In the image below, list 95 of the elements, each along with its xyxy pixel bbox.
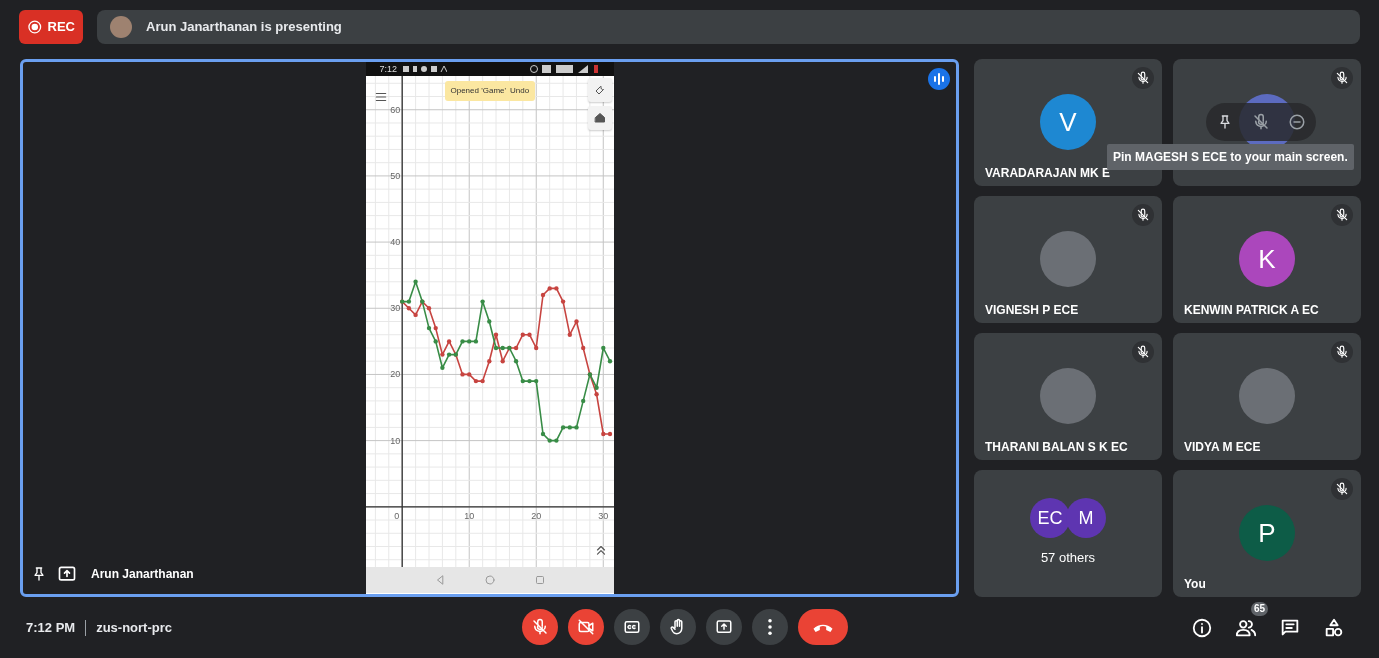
raise-hand-button[interactable] (660, 609, 696, 645)
present-icon (57, 564, 77, 584)
people-count-badge: 65 (1250, 601, 1268, 616)
photo-placeholder (1040, 368, 1096, 424)
minus-circle-icon (1288, 113, 1306, 131)
data-point (533, 345, 538, 351)
presenting-text: Arun Janarthanan is presenting (146, 18, 342, 37)
status-icons-drawing (529, 65, 600, 73)
axis-label: 20 (530, 510, 541, 521)
settings-button[interactable] (587, 78, 612, 102)
axis-label: 40 (389, 237, 400, 248)
camera-off-icon (577, 618, 595, 636)
data-point (439, 365, 445, 370)
data-point (540, 292, 545, 298)
avatar: V (1040, 94, 1096, 150)
pin-icon (31, 566, 47, 582)
data-point (486, 359, 491, 364)
data-point (446, 339, 451, 344)
camera-button[interactable] (568, 609, 604, 645)
axis-label: 20 (389, 369, 400, 380)
mic-off-icon (531, 618, 549, 636)
data-point (560, 425, 565, 430)
axis-label: 10 (463, 510, 474, 521)
photo-placeholder (1239, 368, 1295, 424)
home-circle-icon (483, 574, 496, 586)
data-point (426, 325, 431, 331)
meeting-code: zus-nort-prc (96, 618, 172, 637)
data-point (513, 359, 518, 364)
data-point (560, 299, 565, 304)
mic-off-icon (1252, 113, 1270, 131)
status-time: 7:12 (379, 64, 398, 74)
data-point (593, 385, 599, 390)
axis-label: 60 (389, 104, 400, 115)
participant-name: You (1184, 576, 1206, 593)
clock-time: 7:12 PM (26, 618, 76, 637)
avatar: M (1066, 498, 1106, 538)
captions-icon (623, 618, 641, 636)
avatar: K (1239, 231, 1295, 287)
data-point (600, 345, 605, 351)
data-point (493, 332, 498, 337)
data-point (473, 339, 478, 344)
phone-hangup-icon (812, 622, 834, 632)
home-button[interactable] (587, 106, 612, 130)
participant-name: VIDYA M ECE (1184, 439, 1261, 456)
data-point (433, 325, 438, 331)
data-point (412, 279, 418, 284)
data-point (406, 299, 411, 304)
participant-name: 57 others (1040, 549, 1096, 567)
participant-name: VIGNESH P ECE (985, 302, 1079, 319)
present-button[interactable] (706, 609, 742, 645)
data-point (479, 299, 485, 304)
data-point (567, 332, 572, 337)
photo-placeholder (1040, 231, 1096, 287)
toast-text: Opened 'Game' (450, 86, 507, 95)
data-point (433, 339, 438, 344)
participant-name: KENWIN PATRICK A EC (1184, 302, 1319, 319)
present-icon (715, 618, 733, 636)
axis-label: 50 (389, 170, 400, 181)
avatar-placeholder (110, 16, 132, 38)
avatar: P (1239, 505, 1295, 561)
axis-label: 0 (393, 510, 399, 521)
record-icon (27, 19, 43, 35)
data-point (573, 319, 579, 324)
data-point (607, 431, 612, 437)
data-point (486, 319, 491, 324)
avatar: EC (1030, 498, 1070, 538)
data-point (593, 392, 599, 397)
shapes-icon (1323, 616, 1345, 639)
axis-label: 30 (597, 510, 608, 521)
more-icon (768, 619, 772, 635)
participant-name: THARANI BALAN S K EC (985, 439, 1128, 456)
info-icon (1191, 616, 1213, 639)
end-call-button[interactable] (798, 609, 848, 645)
data-point (500, 359, 505, 364)
axis-label: 30 (389, 303, 400, 314)
record-button[interactable]: REC (19, 10, 83, 44)
presenter-name: Arun Janarthanan (91, 566, 194, 583)
data-point (600, 431, 605, 437)
axis-label: 10 (389, 435, 400, 446)
data-point (580, 345, 585, 351)
tooltip: Pin MAGESH S ECE to your main screen. (1107, 144, 1354, 170)
data-point (540, 431, 545, 437)
microphone-button[interactable] (522, 609, 558, 645)
data-point (580, 398, 585, 404)
data-point (607, 359, 612, 364)
data-point (493, 345, 498, 351)
pin-icon (1217, 114, 1233, 130)
more-options-button[interactable] (752, 609, 788, 645)
captions-button[interactable] (614, 609, 650, 645)
data-point (426, 306, 431, 311)
home-icon (593, 112, 606, 124)
audio-level-icon (928, 68, 950, 90)
status-icons-drawing (403, 65, 448, 73)
undo-link[interactable]: Undo (510, 86, 530, 95)
square-icon (533, 574, 546, 586)
